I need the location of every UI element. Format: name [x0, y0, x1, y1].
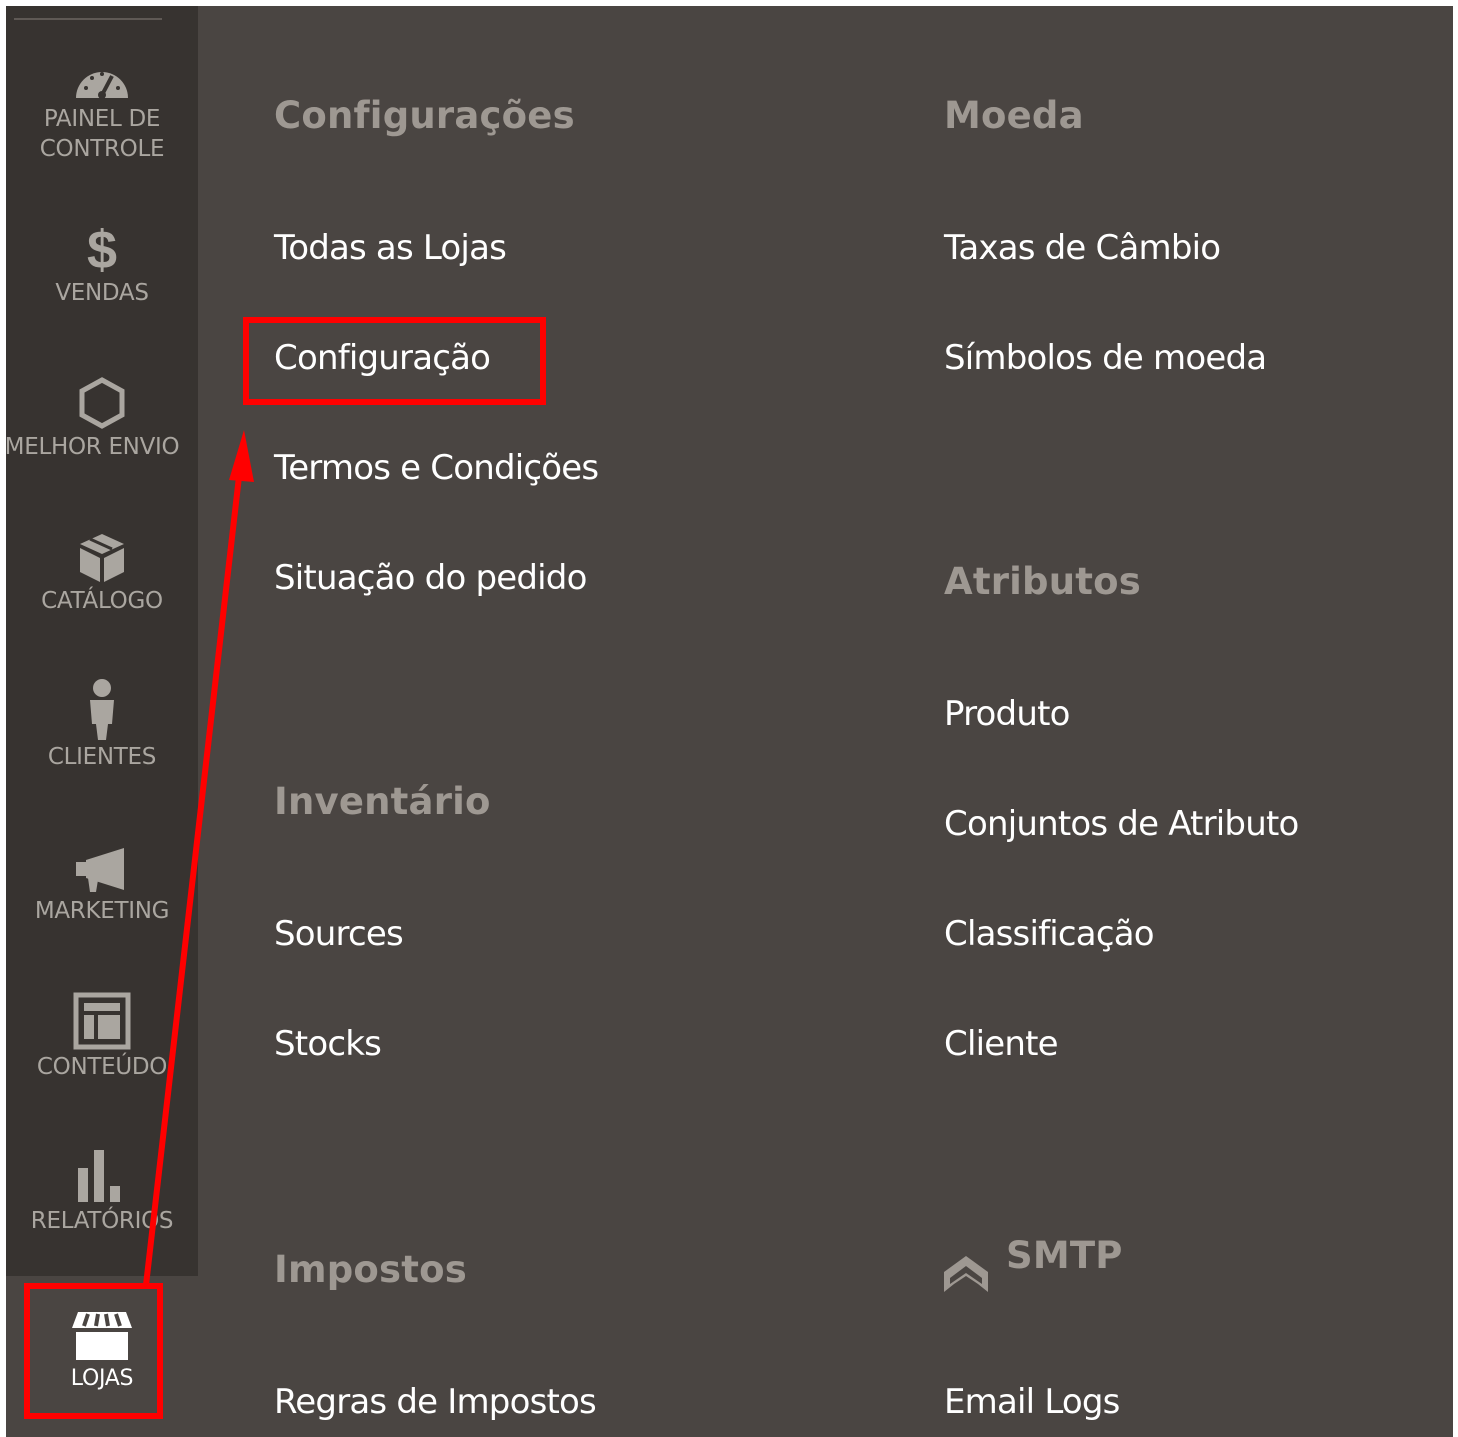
heading-impostos: Impostos [274, 1248, 467, 1291]
nav-label: VENDAS [55, 280, 149, 306]
box-icon [80, 534, 124, 582]
nav-label-line2: CONTROLE [39, 136, 165, 162]
nav-label: CONTEÚDO [36, 1054, 168, 1080]
nav-label: RELATÓRIOS [30, 1208, 174, 1234]
layout-icon [73, 992, 131, 1050]
link-regras-de-impostos[interactable]: Regras de Impostos [274, 1382, 597, 1422]
link-todas-as-lojas[interactable]: Todas as Lojas [274, 228, 507, 268]
link-taxas-de-cambio[interactable]: Taxas de Câmbio [944, 228, 1221, 268]
heading-atributos: Atributos [944, 560, 1142, 603]
hexagon-icon [79, 377, 125, 429]
highlight-box-configuracao [243, 317, 546, 405]
heading-smtp: SMTP [1006, 1234, 1123, 1277]
nav-label: MELHOR ENVIO [6, 434, 180, 460]
nav-label: CATÁLOGO [41, 588, 163, 614]
link-situacao-do-pedido[interactable]: Situação do pedido [274, 558, 587, 598]
link-sources[interactable]: Sources [274, 914, 404, 954]
nav-item-content[interactable]: CONTEÚDO [6, 992, 198, 1084]
nav-label: CLIENTES [47, 744, 157, 770]
svg-text:$: $ [87, 220, 117, 276]
link-email-logs[interactable]: Email Logs [944, 1382, 1120, 1422]
nav-label: MARKETING [34, 898, 170, 924]
link-conjuntos-de-atributo[interactable]: Conjuntos de Atributo [944, 804, 1299, 844]
heading-configuracoes: Configurações [274, 94, 575, 137]
link-stocks[interactable]: Stocks [274, 1024, 382, 1064]
bar-chart-icon [78, 1150, 120, 1202]
nav-item-sales[interactable]: $ VENDAS [6, 220, 198, 310]
nav-item-marketing[interactable]: MARKETING [6, 846, 198, 928]
nav-label: PAINEL DE [43, 106, 161, 132]
nav-item-customers[interactable]: CLIENTES [6, 678, 198, 774]
smtp-logo-icon [944, 1256, 988, 1292]
person-icon [90, 679, 114, 740]
link-classificacao[interactable]: Classificação [944, 914, 1155, 954]
heading-inventario: Inventário [274, 780, 491, 823]
heading-moeda: Moeda [944, 94, 1084, 137]
admin-sidebar: PAINEL DE CONTROLE $ VENDAS MELHOR ENVIO… [6, 6, 198, 1276]
link-produto[interactable]: Produto [944, 694, 1070, 734]
dollar-icon: $ [87, 220, 117, 276]
admin-frame: PAINEL DE CONTROLE $ VENDAS MELHOR ENVIO… [6, 6, 1453, 1437]
nav-item-reports[interactable]: RELATÓRIOS [6, 1146, 198, 1238]
sidebar-divider [14, 18, 162, 20]
highlight-box-lojas [24, 1283, 163, 1419]
nav-item-melhor-envio[interactable]: MELHOR ENVIO [6, 376, 198, 464]
nav-item-dashboard[interactable]: PAINEL DE CONTROLE [6, 58, 198, 166]
link-simbolos-de-moeda[interactable]: Símbolos de moeda [944, 338, 1267, 378]
nav-item-catalog[interactable]: CATÁLOGO [6, 528, 198, 618]
megaphone-icon [76, 848, 124, 892]
dashboard-gauge-icon [76, 72, 128, 99]
link-termos-e-condicoes[interactable]: Termos e Condições [274, 448, 599, 488]
link-cliente[interactable]: Cliente [944, 1024, 1059, 1064]
